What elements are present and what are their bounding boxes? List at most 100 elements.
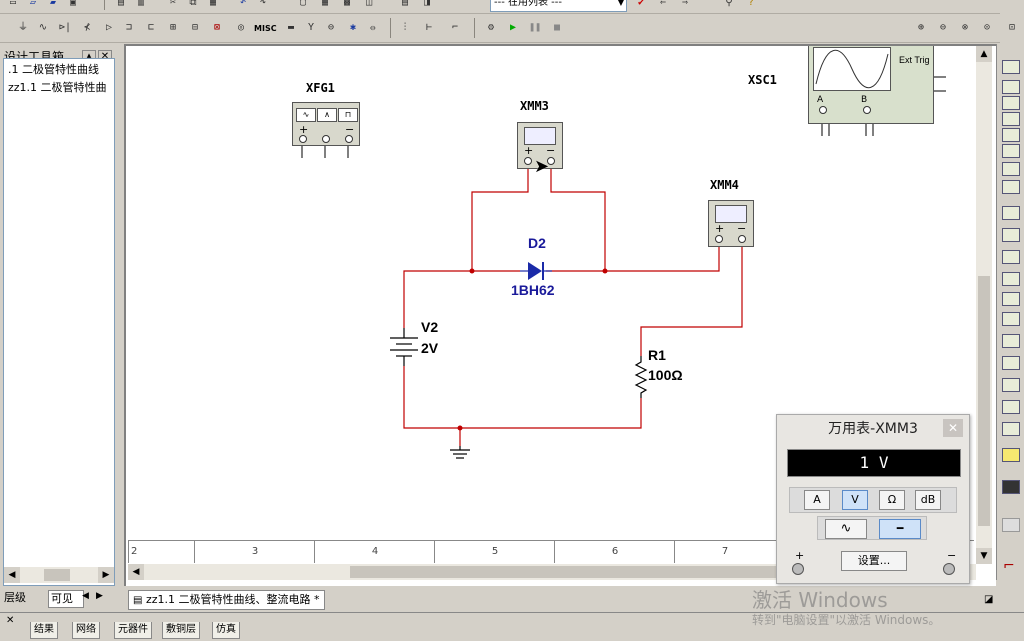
advanced-peripherals-icon[interactable]: ▬ <box>282 19 300 37</box>
xmm4-terminal-minus[interactable] <box>738 235 746 243</box>
open-design-icon[interactable]: ▰ <box>44 0 62 12</box>
new-file-icon[interactable]: ▭ <box>4 0 22 12</box>
oscilloscope-tool-icon[interactable] <box>1002 112 1020 126</box>
spectrum-analyzer-tool-icon[interactable] <box>1002 292 1020 306</box>
xfg1-terminal-plus[interactable] <box>299 135 307 143</box>
electromech-icon[interactable]: ⊖ <box>322 19 340 37</box>
copy-icon[interactable]: ⧉ <box>184 0 202 12</box>
open-file-icon[interactable]: ▱ <box>24 0 42 12</box>
indicator-icon[interactable]: ◎ <box>232 19 250 37</box>
spreadsheet-icon[interactable]: ▩ <box>338 0 356 12</box>
wire-icon[interactable]: ⌐ <box>446 19 464 37</box>
xfg1-terminal-common[interactable] <box>322 135 330 143</box>
zoom-full-icon[interactable]: ⊡ <box>1003 19 1021 37</box>
mode-ohmmeter-button[interactable]: Ω <box>879 490 905 510</box>
iv-analyzer-tool-icon[interactable] <box>1002 250 1020 264</box>
redo-icon[interactable]: ↷ <box>254 0 272 12</box>
fullscreen-icon[interactable]: ▢ <box>294 0 312 12</box>
scroll-left-icon[interactable]: ◀ <box>128 564 144 580</box>
canvas-vertical-scrollbar[interactable]: ▲ ▼ <box>976 46 992 564</box>
battery-symbol[interactable] <box>390 328 418 366</box>
component-icon[interactable]: ◨ <box>418 0 436 12</box>
resistor-symbol[interactable] <box>634 356 648 398</box>
settings-button[interactable]: 设置... <box>841 551 907 571</box>
agilent-scope-tool-icon[interactable] <box>1002 378 1020 392</box>
xmm3-terminal-plus[interactable] <box>524 157 532 165</box>
mode-voltmeter-button[interactable]: V <box>842 490 868 510</box>
tab-nets[interactable]: 网络 <box>72 622 100 639</box>
back-annotate-icon[interactable]: ⇐ <box>654 0 672 12</box>
in-use-list-dropdown[interactable]: --- 在用列表 --- ▼ <box>490 0 627 12</box>
scroll-left-icon[interactable]: ◀ <box>4 567 20 583</box>
diode-symbol[interactable] <box>520 262 552 280</box>
scroll-right-icon[interactable]: ▶ <box>98 567 114 583</box>
tree-item[interactable]: .1 二极管特性曲线 <box>8 61 112 77</box>
zoom-in-icon[interactable]: ⊕ <box>912 19 930 37</box>
zoom-fit-icon[interactable]: ⊙ <box>978 19 996 37</box>
frequency-counter-tool-icon[interactable] <box>1002 162 1020 176</box>
scroll-thumb[interactable] <box>350 566 780 578</box>
scroll-thumb[interactable] <box>978 276 990 526</box>
function-generator-tool-icon[interactable] <box>1002 80 1020 94</box>
logic-analyzer-tool-icon[interactable] <box>1002 228 1020 242</box>
tree-horizontal-scrollbar[interactable]: ◀ ▶ <box>4 567 114 583</box>
database-icon[interactable]: ◫ <box>360 0 378 12</box>
grid-icon[interactable]: ▦ <box>316 0 334 12</box>
multimeter-xmm4[interactable]: + − <box>708 200 754 247</box>
scroll-down-icon[interactable]: ▼ <box>976 548 992 564</box>
tab-copper-layers[interactable]: 敷铜层 <box>162 622 200 639</box>
function-generator-xfg1[interactable]: ∿ ∧ ⊓ + − <box>292 102 360 146</box>
document-tab[interactable]: ▤ zz1.1 二极管特性曲线、整流电路 * <box>128 590 325 610</box>
close-icon[interactable]: ✕ <box>6 615 14 626</box>
wattmeter-tool-icon[interactable] <box>1002 96 1020 110</box>
diode-icon[interactable]: ⊳| <box>56 19 74 37</box>
cmos-icon[interactable]: ⊏ <box>142 19 160 37</box>
scroll-up-icon[interactable]: ▲ <box>976 46 992 62</box>
close-icon[interactable]: ✕ <box>943 419 963 437</box>
current-probe-tool-icon[interactable] <box>1002 518 1020 532</box>
agilent-multimeter-tool-icon[interactable] <box>1002 356 1020 370</box>
tab-results[interactable]: 结果 <box>30 622 58 639</box>
multimeter-tool-icon[interactable] <box>1002 60 1020 74</box>
bode-plotter-tool-icon[interactable] <box>1002 144 1020 158</box>
tab-components[interactable]: 元器件 <box>114 622 152 639</box>
help-icon[interactable]: ? <box>742 0 760 12</box>
ac-mode-button[interactable]: ∿ <box>825 519 867 539</box>
ni-components-icon[interactable]: ✱ <box>344 19 362 37</box>
zoom-out-icon[interactable]: ⊖ <box>934 19 952 37</box>
distortion-analyzer-tool-icon[interactable] <box>1002 272 1020 286</box>
probe-icon[interactable]: ⌐ <box>1003 558 1015 574</box>
zoom-area-icon[interactable]: ⊗ <box>956 19 974 37</box>
print-icon[interactable]: ▤ <box>112 0 130 12</box>
run-icon[interactable]: ▶ <box>504 19 522 37</box>
pause-icon[interactable]: ❚❚ <box>526 19 544 37</box>
tab-scroll-left-icon[interactable]: ◀ <box>82 591 89 601</box>
agilent-generator-tool-icon[interactable] <box>1002 334 1020 348</box>
xmm4-terminal-plus[interactable] <box>715 235 723 243</box>
oscilloscope-xsc1[interactable]: Ext Trig A B <box>808 46 934 124</box>
source-icon[interactable]: ⏚ <box>14 19 32 37</box>
forward-annotate-icon[interactable]: ⇒ <box>676 0 694 12</box>
mcu-icon[interactable]: ⊞ <box>164 19 182 37</box>
paste-icon[interactable]: ▦ <box>204 0 222 12</box>
simulate-settings-icon[interactable]: ⚙ <box>482 19 500 37</box>
elvis-tool-icon[interactable] <box>1002 480 1020 494</box>
tab-hierarchy[interactable]: 层级 <box>4 590 44 606</box>
dmm-terminal-plus[interactable] <box>792 563 804 575</box>
rf-icon[interactable]: Y <box>302 19 320 37</box>
transistor-icon[interactable]: ⊀ <box>78 19 96 37</box>
four-channel-scope-tool-icon[interactable] <box>1002 128 1020 142</box>
search-icon[interactable]: ⚲ <box>720 0 738 12</box>
mode-ammeter-button[interactable]: A <box>804 490 830 510</box>
tree-item[interactable]: zz1.1 二极管特性曲 <box>8 79 112 95</box>
misc-button[interactable]: MISC <box>254 24 277 33</box>
logic-converter-tool-icon[interactable] <box>1002 206 1020 220</box>
ttl-icon[interactable]: ⊐ <box>120 19 138 37</box>
print-preview-icon[interactable]: ▥ <box>132 0 150 12</box>
analog-icon[interactable]: ▷ <box>100 19 118 37</box>
tab-visibility[interactable]: 可见 <box>48 590 84 608</box>
workspace-layout-icon[interactable]: ◪ <box>984 594 993 605</box>
postprocessor-icon[interactable]: ▤ <box>396 0 414 12</box>
measurement-probe-tool-icon[interactable] <box>1002 448 1020 462</box>
digital-icon[interactable]: ⊟ <box>186 19 204 37</box>
